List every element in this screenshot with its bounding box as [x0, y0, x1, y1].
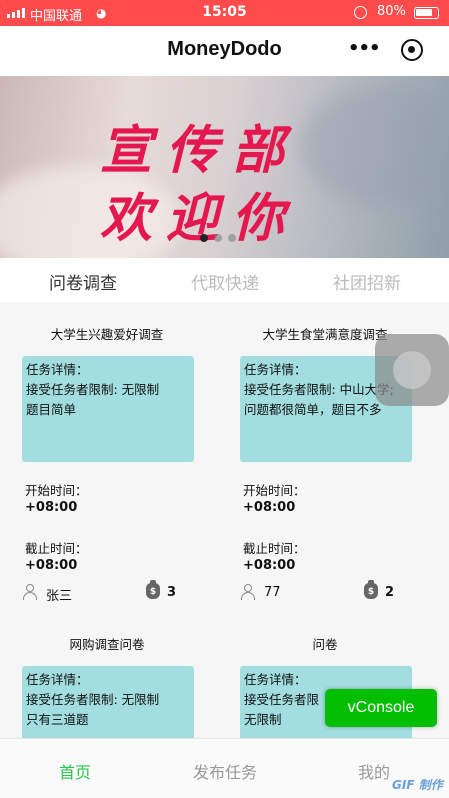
carousel-dot — [200, 234, 208, 242]
user-icon — [240, 584, 256, 600]
user-icon — [22, 584, 38, 600]
money-bag-icon: $ — [146, 580, 160, 599]
end-time-label: 截止时间： — [243, 541, 306, 556]
battery-icon — [414, 7, 439, 19]
page-title: MoneyDodo — [167, 38, 282, 60]
tabbar-home[interactable]: 首页 — [0, 759, 150, 783]
publisher-name: 张三 — [46, 589, 73, 604]
end-time-value: +08:00 — [25, 558, 78, 573]
capsule-close-icon[interactable] — [401, 39, 423, 61]
floating-ball[interactable] — [375, 334, 449, 406]
banner-text-line2: 欢迎你 — [100, 188, 299, 249]
tab-club[interactable]: 社团招新 — [292, 269, 442, 294]
task-title: 问卷 — [312, 637, 338, 652]
detail-label: 任务详情： — [26, 672, 89, 687]
task-detail-box: 任务详情： 接受任务者限制: 无限制 只有三道题 — [22, 666, 194, 738]
start-time-label: 开始时间： — [243, 483, 306, 498]
banner-text-line1: 宣传部 — [100, 120, 299, 181]
tabbar-publish[interactable]: 发布任务 — [150, 759, 300, 783]
category-tabs: 问卷调查 代取快递 社团招新 — [0, 258, 449, 302]
detail-line: 题目简单 — [26, 402, 77, 417]
end-time-value: +08:00 — [243, 558, 296, 573]
banner-carousel[interactable]: 宣传部 欢迎你 — [0, 76, 449, 258]
gif-watermark: GIF 制作 — [392, 778, 443, 792]
start-time-value: +08:00 — [25, 500, 78, 515]
start-time-value: +08:00 — [243, 500, 296, 515]
carousel-dot — [214, 234, 222, 242]
task-card[interactable]: 网购调查问卷 任务详情： 接受任务者限制: 无限制 只有三道题 — [0, 612, 214, 738]
more-dots-icon[interactable]: ••• — [348, 40, 381, 62]
reward-amount: 3 — [167, 585, 177, 600]
nav-bar: MoneyDodo ••• — [0, 26, 449, 76]
money-bag-icon: $ — [364, 580, 378, 599]
detail-line: 接受任务者限制: 无限制 — [26, 692, 160, 707]
task-title: 网购调查问卷 — [69, 637, 145, 652]
detail-label: 任务详情： — [244, 672, 307, 687]
vconsole-button[interactable]: vConsole — [325, 689, 437, 727]
task-card[interactable]: 大学生兴趣爱好调查 任务详情： 接受任务者限制: 无限制 题目简单 开始时间： … — [0, 302, 214, 612]
task-detail-box: 任务详情： 接受任务者限制: 无限制 题目简单 — [22, 356, 194, 462]
tab-survey[interactable]: 问卷调查 — [8, 269, 158, 294]
carousel-dot — [228, 234, 236, 242]
bottom-tab-bar: 首页 发布任务 我的 — [0, 738, 449, 798]
detail-line: 接受任务者限制: 无限制 — [26, 382, 160, 397]
publisher-name: 77 — [264, 585, 281, 600]
status-bar: 中国联通 ◕ 15:05 80% — [0, 0, 449, 26]
battery-percent: 80% — [377, 4, 406, 19]
reward-amount: 2 — [385, 585, 395, 600]
detail-line: 只有三道题 — [26, 712, 89, 727]
end-time-label: 截止时间： — [25, 541, 88, 556]
tab-express[interactable]: 代取快递 — [150, 269, 300, 294]
start-time-label: 开始时间： — [25, 483, 88, 498]
detail-label: 任务详情： — [26, 362, 89, 377]
carousel-indicator — [200, 234, 236, 242]
task-title: 大学生兴趣爱好调查 — [50, 327, 164, 342]
rotation-lock-icon — [354, 6, 367, 19]
